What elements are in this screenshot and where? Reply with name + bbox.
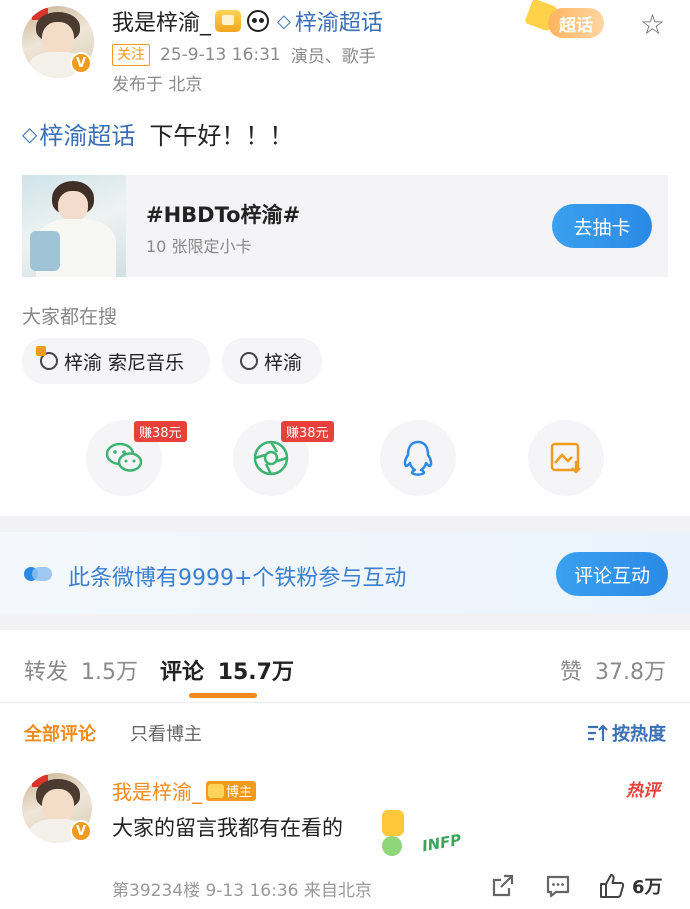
tab-comment-label: 评论	[160, 660, 205, 685]
fans-toggle-icon	[24, 567, 52, 581]
verified-badge-icon: V	[70, 820, 92, 842]
section-divider	[0, 614, 690, 630]
verified-badge-icon: V	[70, 52, 92, 74]
topic-link[interactable]: 梓渝超话	[295, 5, 383, 37]
moments-icon	[253, 440, 289, 476]
chaohua-badge[interactable]: 超话	[524, 0, 608, 44]
search-chip-1[interactable]: 梓渝 索尼音乐	[22, 338, 210, 384]
search-chip-label: 梓渝 索尼音乐	[64, 351, 185, 374]
infp-sticker: INFP	[382, 824, 472, 860]
post-text: 下午好！！！	[149, 122, 294, 150]
favorite-star-icon[interactable]: ☆	[640, 8, 665, 41]
frog-icon	[382, 836, 402, 856]
comment-like-count: 6万	[632, 877, 663, 898]
active-tab-indicator	[189, 693, 257, 698]
comment-author-name[interactable]: 我是梓渝_	[112, 776, 202, 805]
comment-floor-info: 第39234楼 9-13 16:36 来自北京	[112, 881, 372, 901]
tab-repost-label: 转发	[24, 660, 69, 685]
hot-comment-tag: 热评	[626, 781, 660, 801]
thumbs-up-icon	[600, 874, 625, 898]
earn-badge: 赚38元	[281, 421, 334, 442]
post-location: 发布于 北京	[112, 75, 203, 95]
comment-like-button[interactable]: 6万	[598, 872, 663, 900]
follow-tag[interactable]: 关注	[112, 43, 150, 66]
fans-banner-text: 此条微博有9999+个铁粉参与互动	[68, 566, 407, 591]
sticker-text: INFP	[420, 830, 463, 856]
tab-repost-count: 1.5万	[81, 660, 139, 685]
earn-badge: 赚38元	[134, 421, 187, 442]
promo-card[interactable]: #HBDTo梓渝# 10 张限定小卡 去抽卡	[22, 175, 668, 277]
author-title: 演员、歌手	[290, 47, 376, 67]
share-save-image[interactable]	[528, 420, 604, 496]
body-topic-link[interactable]: 梓渝超话	[39, 116, 135, 151]
reply-comment-icon[interactable]	[545, 873, 571, 899]
search-chip-2[interactable]: 梓渝	[222, 338, 322, 384]
promo-title: #HBDTo梓渝#	[146, 203, 301, 227]
draw-card-button[interactable]: 去抽卡	[552, 204, 652, 248]
tab-like-count: 37.8万	[595, 660, 666, 685]
share-qq[interactable]	[380, 420, 456, 496]
sort-by-hot[interactable]: 按热度	[586, 720, 666, 746]
tab-comment-count: 15.7万	[217, 660, 294, 685]
tabs-divider	[0, 702, 690, 703]
tab-like-label: 赞	[559, 660, 582, 685]
qq-icon	[403, 440, 433, 476]
hot-search-icon	[36, 346, 58, 370]
promo-thumbnail	[22, 175, 126, 277]
owner-tag-label: 博主	[226, 785, 253, 800]
post-timestamp: 25-9-13 16:31	[160, 44, 281, 65]
owner-tag: 博主	[206, 780, 257, 801]
sort-icon	[588, 724, 608, 741]
save-image-icon	[550, 442, 581, 474]
search-heading: 大家都在搜	[22, 306, 118, 328]
crown-icon	[215, 10, 242, 32]
share-comment-icon[interactable]	[490, 873, 516, 899]
author-name[interactable]: 我是梓渝_	[112, 5, 211, 37]
search-chip-label: 梓渝	[264, 351, 303, 374]
fans-banner[interactable]: 此条微博有9999+个铁粉参与互动 评论互动	[0, 532, 690, 614]
panda-icon	[247, 10, 270, 32]
chaohua-label: 超话	[548, 8, 604, 38]
diamond-icon: ◇	[277, 10, 291, 32]
tab-like[interactable]: 赞 37.8万	[560, 654, 666, 686]
wechat-icon	[105, 442, 143, 472]
tab-repost[interactable]: 转发 1.5万	[24, 654, 138, 686]
tab-comment[interactable]: 评论 15.7万	[160, 654, 294, 686]
crown-icon	[208, 783, 224, 798]
promo-subtitle: 10 张限定小卡	[146, 237, 252, 256]
filter-all-comments[interactable]: 全部评论	[24, 720, 96, 746]
topic-diamond-icon: ◇	[22, 121, 38, 146]
comment-interact-button[interactable]: 评论互动	[556, 552, 668, 596]
section-divider	[0, 516, 690, 532]
sort-label: 按热度	[612, 724, 666, 745]
comment-text: 大家的留言我都有在看的	[112, 816, 343, 840]
search-icon	[240, 352, 258, 370]
filter-owner-only[interactable]: 只看博主	[130, 720, 202, 746]
